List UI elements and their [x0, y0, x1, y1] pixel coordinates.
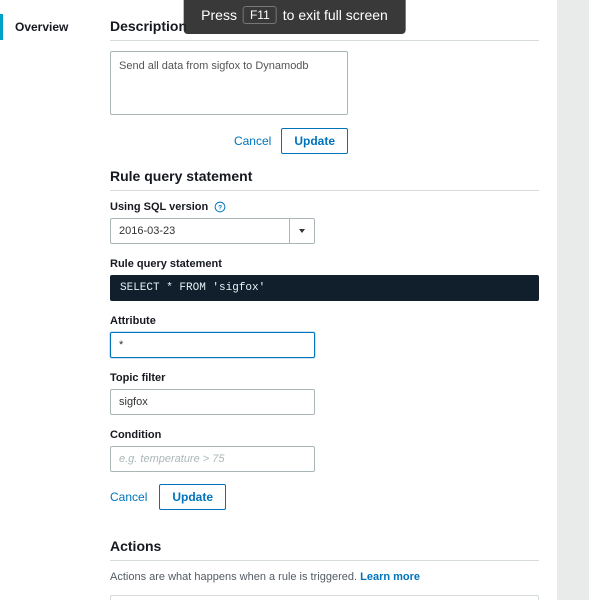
- sql-version-dropdown-button[interactable]: [289, 218, 315, 244]
- sql-version-value: 2016-03-23: [110, 218, 289, 244]
- rule-update-button[interactable]: Update: [159, 484, 226, 510]
- action-item: Insert a message into a DynamoDB table s…: [110, 595, 539, 600]
- topic-filter-input[interactable]: [110, 389, 315, 415]
- learn-more-link[interactable]: Learn more: [360, 571, 420, 583]
- toast-post: to exit full screen: [283, 7, 388, 23]
- rule-cancel-button[interactable]: Cancel: [110, 490, 147, 504]
- toast-key: F11: [243, 6, 277, 24]
- description-cancel-button[interactable]: Cancel: [234, 134, 271, 148]
- actions-heading: Actions: [110, 538, 539, 561]
- tab-overview[interactable]: Overview: [0, 14, 92, 40]
- toast-pre: Press: [201, 7, 237, 23]
- chevron-down-icon: [299, 229, 305, 233]
- condition-input[interactable]: [110, 446, 315, 472]
- description-textarea[interactable]: [110, 51, 348, 115]
- right-gutter: [557, 0, 589, 600]
- topic-filter-label: Topic filter: [110, 372, 539, 384]
- actions-hint: Actions are what happens when a rule is …: [110, 571, 539, 583]
- attribute-label: Attribute: [110, 315, 539, 327]
- rule-query-code: SELECT * FROM 'sigfox': [110, 275, 539, 301]
- attribute-input[interactable]: [110, 332, 315, 358]
- sql-version-select[interactable]: 2016-03-23: [110, 218, 315, 244]
- condition-label: Condition: [110, 429, 539, 441]
- svg-text:?: ?: [218, 204, 222, 211]
- rule-query-label: Rule query statement: [110, 258, 539, 270]
- sql-version-label: Using SQL version ?: [110, 201, 539, 213]
- main-content: Description Cancel Update Rule query sta…: [92, 0, 557, 600]
- help-icon[interactable]: ?: [214, 201, 226, 213]
- rule-query-heading: Rule query statement: [110, 168, 539, 191]
- fullscreen-toast: Press F11 to exit full screen: [183, 0, 406, 34]
- sidebar: Overview: [0, 0, 92, 600]
- description-update-button[interactable]: Update: [281, 128, 348, 154]
